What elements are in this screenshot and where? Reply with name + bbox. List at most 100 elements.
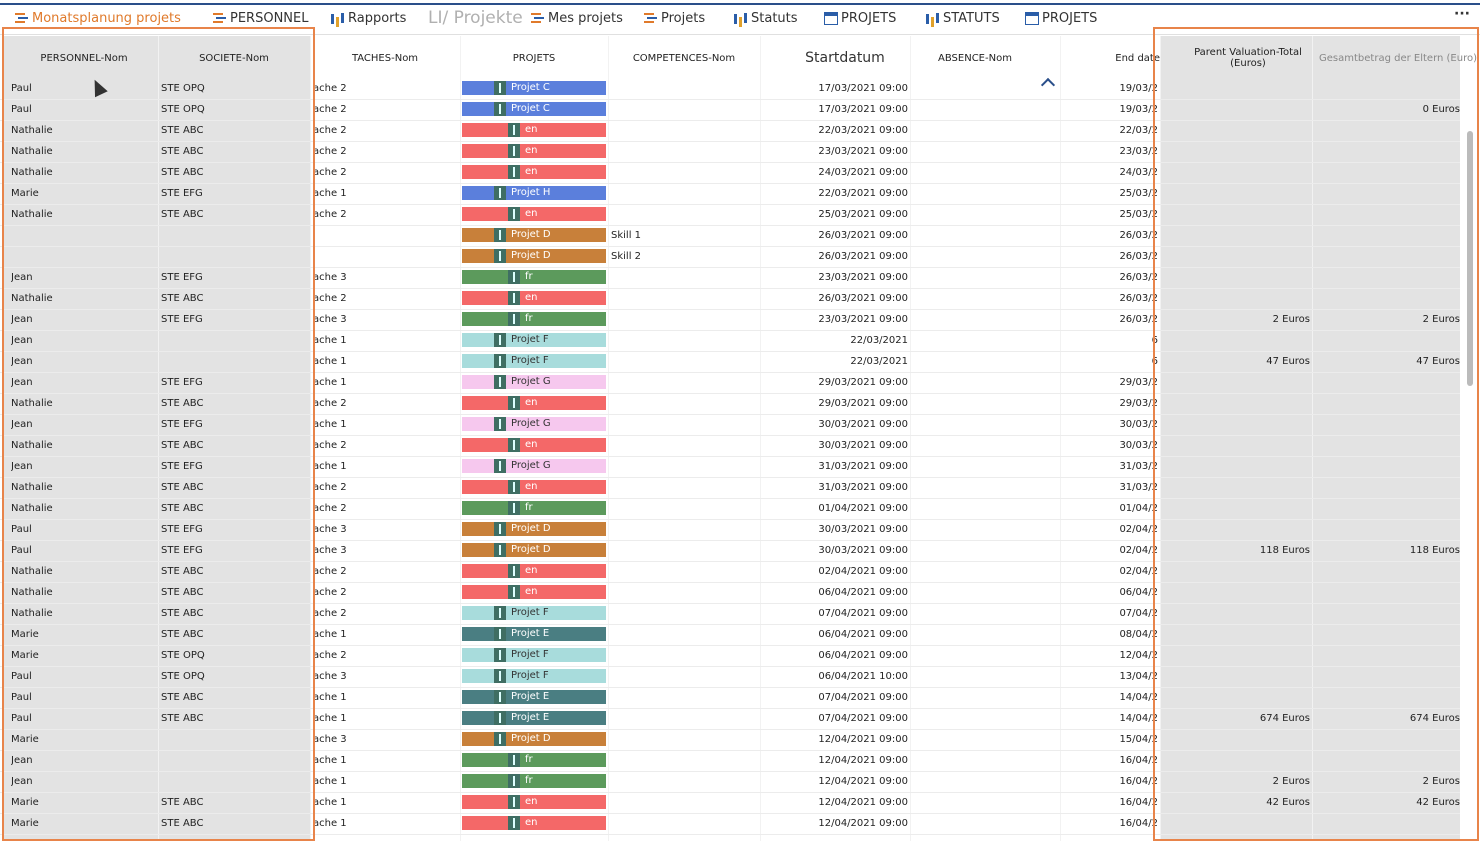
table-row[interactable]: Nathalie STE ABC ache 2 02/04/2021 09:00 02/… [0, 561, 1460, 583]
project-bar[interactable]: fr [461, 311, 607, 327]
table-row[interactable]: Jean STE EFG ache 1 29/03/2021 09:00 29/03/2… [0, 372, 1460, 394]
table-row[interactable]: Nathalie STE ABC ache 2 31/03/2021 09:00 31/… [0, 477, 1460, 499]
table-row[interactable]: Marie STE OPQ ache 2 06/04/2021 09:00 12/04/… [0, 645, 1460, 667]
tab-3[interactable]: LI/ Projekte [428, 8, 523, 28]
tab-5[interactable]: Projets [643, 8, 705, 28]
table-row[interactable]: Jean STE EFG ache 3 23/03/2021 09:00 26/03/2… [0, 267, 1460, 289]
tab-0[interactable]: Monatsplanung projets [14, 8, 181, 28]
tab-6[interactable]: Statuts [733, 8, 798, 28]
project-bar[interactable]: en [461, 563, 607, 579]
tab-7[interactable]: PROJETS [823, 8, 896, 28]
project-bar[interactable]: Projet C [461, 101, 607, 117]
project-bar[interactable]: Projet F [461, 353, 607, 369]
project-bar[interactable]: en [461, 479, 607, 495]
table-row[interactable]: Nathalie STE ABC ache 2 26/03/2021 09:00 26/… [0, 288, 1460, 310]
project-bar[interactable]: en [461, 815, 607, 831]
project-bar[interactable]: Projet G [461, 416, 607, 432]
column-header-projets[interactable]: PROJETS [460, 36, 608, 80]
column-header-societe[interactable]: SOCIETE-Nom [160, 36, 308, 80]
table-row[interactable]: Skill 2 26/03/2021 09:00 26/03/2 Projet D [0, 246, 1460, 268]
table-row[interactable]: Jean STE EFG ache 3 23/03/2021 09:00 26/03/2… [0, 309, 1460, 331]
table-row[interactable]: Paul STE EFG ache 3 30/03/2021 09:00 02/04/2… [0, 540, 1460, 562]
project-bar[interactable]: fr [461, 773, 607, 789]
table-row[interactable]: Marie STE ABC ache 1 12/04/2021 09:00 16/04/… [0, 792, 1460, 814]
column-header-parent-valuation[interactable]: Parent Valuation-Total (Euros) [1180, 36, 1316, 80]
table-row[interactable]: Jean STE EFG ache 1 31/03/2021 09:00 31/03/2… [0, 456, 1460, 478]
tab-1[interactable]: PERSONNEL [212, 8, 308, 28]
project-bar[interactable]: en [461, 122, 607, 138]
project-bar[interactable]: en [461, 290, 607, 306]
project-bar[interactable]: Projet F [461, 668, 607, 684]
table-row[interactable]: Nathalie STE ABC ache 2 06/04/2021 09:00 06/… [0, 582, 1460, 604]
project-bar[interactable]: Projet C [461, 80, 607, 96]
vertical-scrollbar[interactable] [1467, 131, 1473, 386]
tab-9[interactable]: PROJETS [1024, 8, 1097, 28]
table-row[interactable]: Jean ache 1 12/04/2021 09:00 16/04/2 2 Euros… [0, 771, 1460, 793]
column-header-end-date[interactable]: End date [1090, 36, 1160, 80]
table-row[interactable]: Nathalie STE ABC ache 2 01/04/2021 09:00 01/… [0, 498, 1460, 520]
project-bar[interactable]: Projet F [461, 647, 607, 663]
table-row[interactable]: Paul STE OPQ ache 2 17/03/2021 09:00 19/03/2… [0, 78, 1460, 100]
table-row[interactable]: Nathalie STE ABC ache 2 24/03/2021 09:00 24/… [0, 162, 1460, 184]
table-row[interactable]: Jean ache 1 12/04/2021 09:00 16/04/2 fr [0, 750, 1460, 772]
table-row[interactable]: Skill 1 26/03/2021 09:00 26/03/2 Projet D [0, 225, 1460, 247]
tab-2[interactable]: Rapports [330, 8, 406, 28]
project-bar[interactable]: Projet E [461, 710, 607, 726]
project-bar[interactable]: en [461, 794, 607, 810]
project-bar[interactable]: Projet H [461, 185, 607, 201]
column-header-startdatum[interactable]: Startdatum [760, 36, 930, 80]
project-bar[interactable]: en [461, 164, 607, 180]
project-bar[interactable]: en [461, 206, 607, 222]
project-bar[interactable]: Projet F [461, 332, 607, 348]
tab-8[interactable]: STATUTS [925, 8, 1000, 28]
table-row[interactable]: Jean ache 1 22/03/2021 6 Projet F [0, 330, 1460, 352]
cell-start: 06/04/2021 09:00 [818, 629, 908, 640]
column-header-personnel[interactable]: PERSONNEL-Nom [10, 36, 158, 80]
table-row[interactable]: Nathalie STE ABC ache 2 25/03/2021 09:00 25/… [0, 204, 1460, 226]
project-bar[interactable]: Projet E [461, 626, 607, 642]
more-menu-icon[interactable]: ··· [1454, 6, 1470, 22]
project-bar[interactable]: fr [461, 752, 607, 768]
project-bar[interactable]: fr [461, 500, 607, 516]
project-bar[interactable]: fr [461, 269, 607, 285]
table-row[interactable]: Paul STE OPQ ache 3 06/04/2021 10:00 13/04/2… [0, 666, 1460, 688]
cell-person: Nathalie [11, 440, 53, 451]
column-header-competences[interactable]: COMPETENCES-Nom [608, 36, 760, 80]
column-header-gesamtbetrag[interactable]: Gesamtbetrag der Eltern (Euro) [1316, 36, 1480, 80]
project-bar[interactable]: Projet F [461, 605, 607, 621]
table-row[interactable]: Paul STE OPQ ache 2 17/03/2021 09:00 19/03/2… [0, 99, 1460, 121]
project-bar[interactable]: Projet D [461, 227, 607, 243]
project-bar[interactable]: Projet D [461, 542, 607, 558]
project-bar[interactable]: en [461, 437, 607, 453]
table-row[interactable]: Paul STE ABC ache 1 07/04/2021 09:00 14/04/2… [0, 687, 1460, 709]
table-row[interactable]: Nathalie STE ABC ache 2 23/03/2021 09:00 23/… [0, 141, 1460, 163]
project-bar[interactable]: Projet D [461, 248, 607, 264]
table-row[interactable]: Marie ache 3 12/04/2021 09:00 15/04/2 Projet… [0, 729, 1460, 751]
table-row[interactable]: Paul STE ABC ache 1 07/04/2021 09:00 14/04/2… [0, 708, 1460, 730]
column-header-taches[interactable]: TACHES-Nom [310, 36, 460, 80]
project-bar[interactable]: en [461, 584, 607, 600]
project-bar[interactable]: Projet G [461, 458, 607, 474]
project-bar[interactable]: Projet E [461, 689, 607, 705]
cell-company [161, 729, 301, 750]
project-bar[interactable]: Projet G [461, 374, 607, 390]
table-row[interactable]: Nathalie STE ABC ache 2 29/03/2021 09:00 29/… [0, 393, 1460, 415]
table-row[interactable]: Paul STE EFG ache 3 30/03/2021 09:00 02/04/2… [0, 519, 1460, 541]
table-row[interactable]: Jean STE EFG ache 1 30/03/2021 09:00 30/03/2… [0, 414, 1460, 436]
tab-4[interactable]: Mes projets [530, 8, 623, 28]
project-bar[interactable]: en [461, 395, 607, 411]
cell-start: 30/03/2021 09:00 [818, 524, 908, 535]
table-row[interactable]: Marie STE ABC ache 1 12/04/2021 09:00 16/04/… [0, 813, 1460, 835]
project-bar[interactable]: en [461, 143, 607, 159]
table-row[interactable]: Marie STE ABC ache 1 06/04/2021 09:00 08/04/… [0, 624, 1460, 646]
project-bar[interactable]: Projet D [461, 521, 607, 537]
table-row[interactable]: Nathalie STE ABC ache 2 07/04/2021 09:00 07/… [0, 603, 1460, 625]
table-row[interactable]: Jean ache 1 22/03/2021 6 47 Euros 47 Euros Pro… [0, 351, 1460, 373]
table-row[interactable]: Nathalie STE ABC ache 2 22/03/2021 09:00 22/… [0, 120, 1460, 142]
cell-skill [611, 813, 751, 834]
cell-task: ache 1 [313, 818, 347, 829]
table-row[interactable]: Nathalie STE ABC ache 2 30/03/2021 09:00 30/… [0, 435, 1460, 457]
project-bar[interactable]: Projet D [461, 731, 607, 747]
column-header-absence[interactable]: ABSENCE-Nom [910, 36, 1040, 80]
table-row[interactable]: Marie STE EFG ache 1 22/03/2021 09:00 25/03/… [0, 183, 1460, 205]
